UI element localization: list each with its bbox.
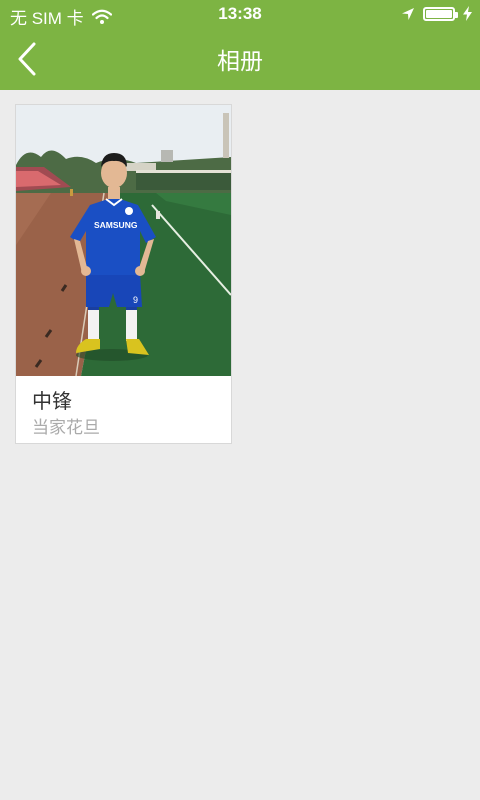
album-photo[interactable]: 9 SAMSUNG <box>16 105 231 376</box>
battery-level <box>426 9 452 18</box>
album-name: 中锋 <box>32 391 72 413</box>
status-right <box>401 6 472 21</box>
status-bar: 无 SIM 卡 13:38 <box>0 0 480 28</box>
svg-text:SAMSUNG: SAMSUNG <box>94 220 138 230</box>
svg-text:9: 9 <box>133 295 138 305</box>
album-card[interactable]: 9 SAMSUNG 中锋 当家花旦 <box>15 104 232 444</box>
nav-bar: 相册 <box>0 28 480 90</box>
charging-bolt-icon <box>463 6 472 21</box>
battery-tip <box>455 11 458 18</box>
football-player-photo: 9 SAMSUNG <box>16 105 231 376</box>
location-arrow-icon <box>402 7 414 20</box>
battery-icon <box>423 6 458 21</box>
album-description: 当家花旦 <box>32 418 100 437</box>
page-title: 相册 <box>217 48 263 74</box>
